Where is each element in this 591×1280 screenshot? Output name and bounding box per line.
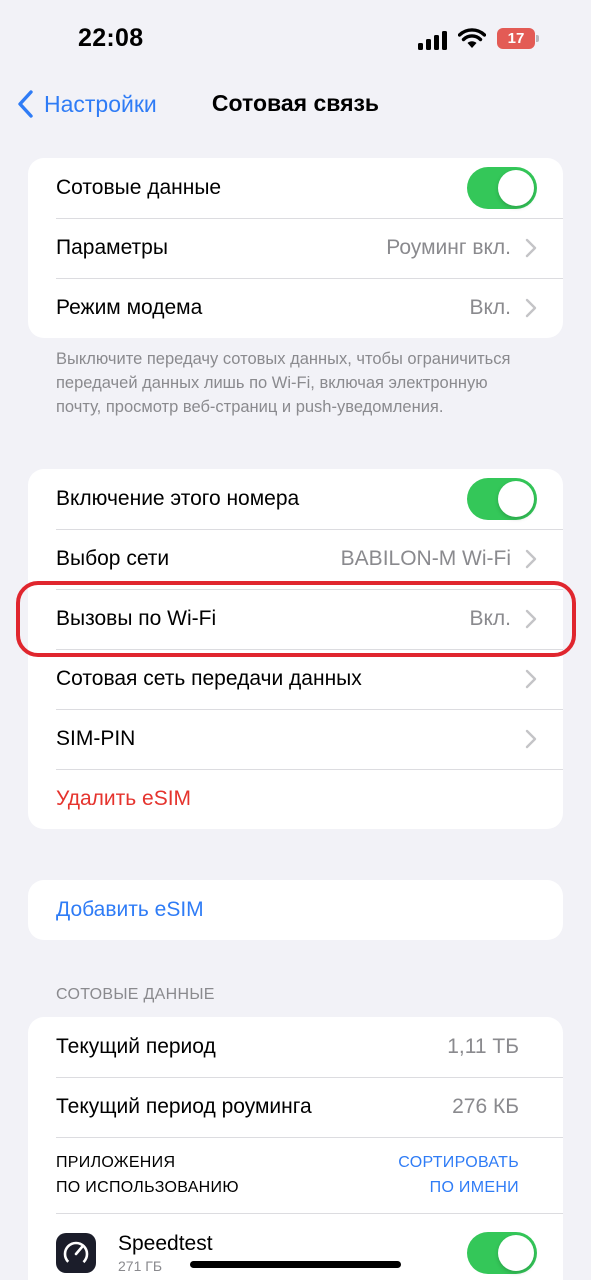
delete-esim-label: Удалить eSIM xyxy=(56,787,192,810)
cellular-data-toggle[interactable] xyxy=(467,167,537,209)
speedtest-icon xyxy=(56,1233,96,1273)
chevron-right-icon xyxy=(525,729,537,749)
line-on-row: Включение этого номера xyxy=(28,469,563,529)
sort-by-name-button[interactable]: СОРТИРОВАТЬ ПО ИМЕНИ xyxy=(398,1150,519,1200)
add-esim-group: Добавить eSIM xyxy=(28,880,563,940)
options-row[interactable]: Параметры Роуминг вкл. xyxy=(28,218,563,278)
roaming-period-label: Текущий период роуминга xyxy=(56,1095,312,1118)
wifi-icon xyxy=(458,28,486,48)
speedtest-cellular-toggle[interactable] xyxy=(467,1232,537,1274)
options-value: Роуминг вкл. xyxy=(386,236,511,259)
page-title-text: Сотовая связь xyxy=(211,90,380,116)
status-bar: 22:08 17 xyxy=(0,0,591,80)
app-name: Speedtest xyxy=(118,1232,213,1255)
battery-icon: 17 xyxy=(497,28,539,49)
apps-header-line1: ПРИЛОЖЕНИЯ xyxy=(56,1154,176,1171)
sim-pin-row[interactable]: SIM-PIN xyxy=(28,709,563,769)
page-title: Сотовая связь xyxy=(0,90,591,117)
roaming-period-value: 276 КБ xyxy=(452,1095,519,1118)
sim-pin-label: SIM-PIN xyxy=(56,727,136,750)
cellular-data-section-header: СОТОВЫЕ ДАННЫЕ xyxy=(56,986,215,1003)
current-period-label: Текущий период xyxy=(56,1035,216,1058)
apps-by-usage-label: ПРИЛОЖЕНИЯ ПО ИСПОЛЬЗОВАНИЮ xyxy=(56,1150,239,1200)
cellular-data-row: Сотовые данные xyxy=(28,158,563,218)
hotspot-row[interactable]: Режим модема Вкл. xyxy=(28,278,563,338)
data-network-label: Сотовая сеть передачи данных xyxy=(56,667,362,690)
network-selection-label: Выбор сети xyxy=(56,547,170,570)
current-period-row: Текущий период 1,11 ТБ xyxy=(28,1017,563,1077)
line-on-toggle[interactable] xyxy=(467,478,537,520)
cellular-settings-screen: 22:08 17 Настройки Сотовая связь Сотовые… xyxy=(0,0,591,1280)
network-selection-row[interactable]: Выбор сети BABILON-M Wi-Fi xyxy=(28,529,563,589)
cellular-data-group: Сотовые данные Параметры Роуминг вкл. Ре… xyxy=(28,158,563,338)
app-row-speedtest: Speedtest 271 ГБ xyxy=(28,1213,563,1280)
status-time: 22:08 xyxy=(78,24,144,52)
battery-level: 17 xyxy=(497,28,535,49)
network-selection-value: BABILON-M Wi-Fi xyxy=(340,547,511,570)
chevron-right-icon xyxy=(525,549,537,569)
current-period-value: 1,11 ТБ xyxy=(447,1035,519,1058)
home-indicator[interactable] xyxy=(190,1261,401,1268)
hotspot-value: Вкл. xyxy=(469,296,511,319)
add-esim-button[interactable]: Добавить eSIM xyxy=(28,880,563,940)
options-label: Параметры xyxy=(56,236,168,259)
delete-esim-button[interactable]: Удалить eSIM xyxy=(28,769,563,829)
cellular-signal-icon xyxy=(418,30,450,50)
sort-line2: ПО ИМЕНИ xyxy=(429,1179,519,1196)
chevron-right-icon xyxy=(525,298,537,318)
roaming-period-row: Текущий период роуминга 276 КБ xyxy=(28,1077,563,1137)
chevron-right-icon xyxy=(525,669,537,689)
chevron-right-icon xyxy=(525,238,537,258)
wifi-calling-highlight xyxy=(16,581,576,657)
apps-header-line2: ПО ИСПОЛЬЗОВАНИЮ xyxy=(56,1179,239,1196)
usage-group: Текущий период 1,11 ТБ Текущий период ро… xyxy=(28,1017,563,1280)
apps-header: ПРИЛОЖЕНИЯ ПО ИСПОЛЬЗОВАНИЮ СОРТИРОВАТЬ … xyxy=(28,1137,563,1213)
cellular-data-label: Сотовые данные xyxy=(56,176,222,199)
cellular-data-footnote: Выключите передачу сотовых данных, чтобы… xyxy=(56,350,511,416)
hotspot-label: Режим модема xyxy=(56,296,203,319)
sort-line1: СОРТИРОВАТЬ xyxy=(398,1154,519,1171)
add-esim-label: Добавить eSIM xyxy=(56,898,204,921)
line-on-label: Включение этого номера xyxy=(56,487,300,510)
data-network-row[interactable]: Сотовая сеть передачи данных xyxy=(28,649,563,709)
